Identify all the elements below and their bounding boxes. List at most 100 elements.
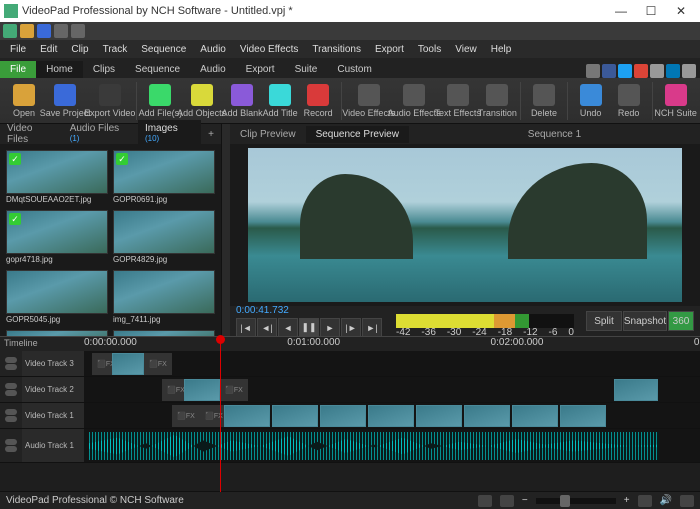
- menu-sequence[interactable]: Sequence: [135, 42, 192, 57]
- timeline-clip[interactable]: [272, 405, 318, 427]
- add-objects-button[interactable]: Add Objects: [181, 82, 222, 120]
- file-tab[interactable]: File: [0, 61, 36, 78]
- fx-box[interactable]: ⬛FX: [220, 379, 248, 401]
- view-mode-icon[interactable]: [478, 495, 492, 507]
- fx-box[interactable]: ⬛FX: [144, 353, 172, 375]
- timeline-clip[interactable]: [224, 405, 270, 427]
- goto-start-button[interactable]: |◄: [236, 318, 256, 338]
- menu-transitions[interactable]: Transitions: [306, 42, 367, 57]
- transition-button[interactable]: Transition: [479, 82, 515, 120]
- menu-tools[interactable]: Tools: [412, 42, 447, 57]
- volume-icon[interactable]: 🔊: [660, 495, 672, 506]
- text-effects-button[interactable]: Text Effects: [438, 82, 477, 120]
- menu-file[interactable]: File: [4, 42, 32, 57]
- menu-video-effects[interactable]: Video Effects: [234, 42, 305, 57]
- audio-effects-button[interactable]: Audio Effects: [392, 82, 436, 120]
- timeline-clip[interactable]: [112, 353, 144, 375]
- add-blank-button[interactable]: Add Blank: [224, 82, 260, 120]
- zoom-out-icon[interactable]: −: [522, 495, 528, 506]
- save-project-button[interactable]: Save Project: [44, 82, 86, 120]
- timeline-clip[interactable]: [416, 405, 462, 427]
- ribbon-tab-clips[interactable]: Clips: [83, 61, 125, 78]
- media-thumb[interactable]: GOPR5045.jpg: [6, 270, 108, 325]
- track-body[interactable]: [84, 429, 700, 462]
- tools-icon[interactable]: [650, 64, 664, 78]
- step-fwd-button[interactable]: |►: [341, 318, 361, 338]
- facebook-icon[interactable]: [602, 64, 616, 78]
- pause-button[interactable]: ❚❚: [299, 318, 319, 338]
- prev-button[interactable]: ◄: [278, 318, 298, 338]
- sequence-preview-tab[interactable]: Sequence Preview: [306, 126, 409, 143]
- fx-box[interactable]: ⬛FX: [172, 405, 200, 427]
- media-thumb[interactable]: ✓DMqtSOUEAAO2ET.jpg: [6, 150, 108, 205]
- timeline-clip[interactable]: [560, 405, 606, 427]
- video-effects-button[interactable]: Video Effects: [347, 82, 391, 120]
- track-body[interactable]: ⬛FX⬛FX: [84, 377, 700, 402]
- timeline-clip[interactable]: [184, 379, 220, 401]
- add-bin-tab[interactable]: +: [201, 126, 221, 143]
- track-body[interactable]: ⬛FX⬛FX: [84, 403, 700, 428]
- minimize-button[interactable]: —: [606, 1, 636, 21]
- qa-icon[interactable]: [71, 24, 85, 38]
- menu-export[interactable]: Export: [369, 42, 410, 57]
- ribbon-tab-custom[interactable]: Custom: [327, 61, 381, 78]
- play-button[interactable]: ►: [320, 318, 340, 338]
- zoom-slider[interactable]: [536, 498, 616, 504]
- menu-track[interactable]: Track: [97, 42, 134, 57]
- social-icon[interactable]: [586, 64, 600, 78]
- menu-audio[interactable]: Audio: [194, 42, 232, 57]
- timeline-clip[interactable]: [464, 405, 510, 427]
- timeline-clip[interactable]: [320, 405, 366, 427]
- menu-edit[interactable]: Edit: [34, 42, 63, 57]
- timeline-clip[interactable]: [512, 405, 558, 427]
- track-body[interactable]: ⬛FX⬛FX: [84, 351, 700, 376]
- delete-button[interactable]: Delete: [526, 82, 562, 120]
- close-button[interactable]: ✕: [666, 1, 696, 21]
- add-file-s--button[interactable]: Add File(s): [142, 82, 179, 120]
- playhead[interactable]: [220, 337, 221, 492]
- timeline-clip[interactable]: [614, 379, 658, 401]
- track-controls[interactable]: [0, 429, 22, 462]
- track-controls[interactable]: [0, 403, 22, 428]
- media-thumb[interactable]: img_7411.jpg: [113, 270, 215, 325]
- menu-clip[interactable]: Clip: [65, 42, 94, 57]
- goto-end-button[interactable]: ►|: [362, 318, 382, 338]
- google-icon[interactable]: [634, 64, 648, 78]
- record-button[interactable]: Record: [300, 82, 336, 120]
- zoom-in-icon[interactable]: +: [624, 495, 630, 506]
- audio-waveform[interactable]: [89, 432, 659, 460]
- menu-view[interactable]: View: [449, 42, 483, 57]
- media-thumb[interactable]: ✓gopr4718.jpg: [6, 210, 108, 265]
- ribbon-tab-home[interactable]: Home: [36, 61, 83, 78]
- undo-button[interactable]: Undo: [573, 82, 609, 120]
- split-button[interactable]: Split: [586, 311, 622, 331]
- nch-suite-button[interactable]: NCH Suite: [657, 82, 694, 120]
- 360-button[interactable]: 360: [668, 311, 694, 331]
- clip-preview-tab[interactable]: Clip Preview: [230, 126, 306, 143]
- help-icon[interactable]: [682, 64, 696, 78]
- ribbon-tab-suite[interactable]: Suite: [285, 61, 328, 78]
- ribbon-tab-audio[interactable]: Audio: [190, 61, 236, 78]
- redo-button[interactable]: Redo: [611, 82, 647, 120]
- qa-icon[interactable]: [54, 24, 68, 38]
- media-thumb[interactable]: GOPR4829.jpg: [113, 210, 215, 265]
- settings-icon[interactable]: [680, 495, 694, 507]
- snapshot-button[interactable]: Snapshot: [623, 311, 667, 331]
- ribbon-tab-sequence[interactable]: Sequence: [125, 61, 190, 78]
- open-button[interactable]: Open: [6, 82, 42, 120]
- qa-icon[interactable]: [20, 24, 34, 38]
- step-back-button[interactable]: ◄|: [257, 318, 277, 338]
- menu-help[interactable]: Help: [485, 42, 518, 57]
- maximize-button[interactable]: ☐: [636, 1, 666, 21]
- view-mode-icon[interactable]: [500, 495, 514, 507]
- track-controls[interactable]: [0, 377, 22, 402]
- linkedin-icon[interactable]: [666, 64, 680, 78]
- timeline-ruler[interactable]: 0:00:00.0000:01:00.0000:02:00.0000:03:00…: [84, 337, 700, 351]
- ribbon-tab-export[interactable]: Export: [236, 61, 285, 78]
- media-thumb[interactable]: ✓GOPR0691.jpg: [113, 150, 215, 205]
- qa-icon[interactable]: [37, 24, 51, 38]
- timeline-clip[interactable]: [368, 405, 414, 427]
- twitter-icon[interactable]: [618, 64, 632, 78]
- fit-icon[interactable]: [638, 495, 652, 507]
- splitter[interactable]: [222, 124, 230, 336]
